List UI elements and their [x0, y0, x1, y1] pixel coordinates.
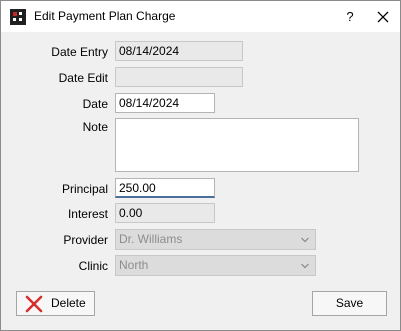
delete-button-label: Delete — [51, 296, 86, 310]
date-edit-label: Date Edit — [58, 71, 108, 85]
close-icon[interactable] — [373, 7, 393, 27]
provider-select: Dr. Williams — [115, 229, 316, 250]
app-grid-icon — [10, 9, 26, 25]
clinic-label: Clinic — [78, 259, 108, 273]
chevron-down-icon — [301, 237, 309, 243]
dialog-window: Edit Payment Plan Charge ? Date Entry 08… — [0, 0, 401, 331]
principal-input[interactable]: 250.00 — [115, 178, 215, 198]
date-input[interactable]: 08/14/2024 — [115, 93, 215, 113]
provider-value: Dr. Williams — [119, 232, 183, 246]
clinic-select: North — [115, 255, 316, 276]
date-entry-field: 08/14/2024 — [115, 41, 243, 61]
date-label: Date — [82, 97, 108, 111]
date-entry-label: Date Entry — [51, 45, 108, 59]
principal-label: Principal — [61, 182, 108, 196]
delete-button[interactable]: Delete — [16, 291, 95, 316]
note-label: Note — [82, 120, 108, 134]
window-title: Edit Payment Plan Charge — [34, 9, 176, 23]
provider-label: Provider — [63, 233, 108, 247]
note-textarea[interactable] — [115, 118, 359, 172]
red-x-icon — [25, 295, 43, 313]
interest-field: 0.00 — [115, 203, 215, 223]
date-edit-field — [115, 67, 243, 87]
save-button[interactable]: Save — [312, 291, 387, 316]
chevron-down-icon — [301, 263, 309, 269]
title-bar: Edit Payment Plan Charge ? — [1, 1, 400, 32]
interest-label: Interest — [67, 207, 108, 221]
clinic-value: North — [119, 258, 149, 272]
help-button[interactable]: ? — [341, 8, 359, 26]
